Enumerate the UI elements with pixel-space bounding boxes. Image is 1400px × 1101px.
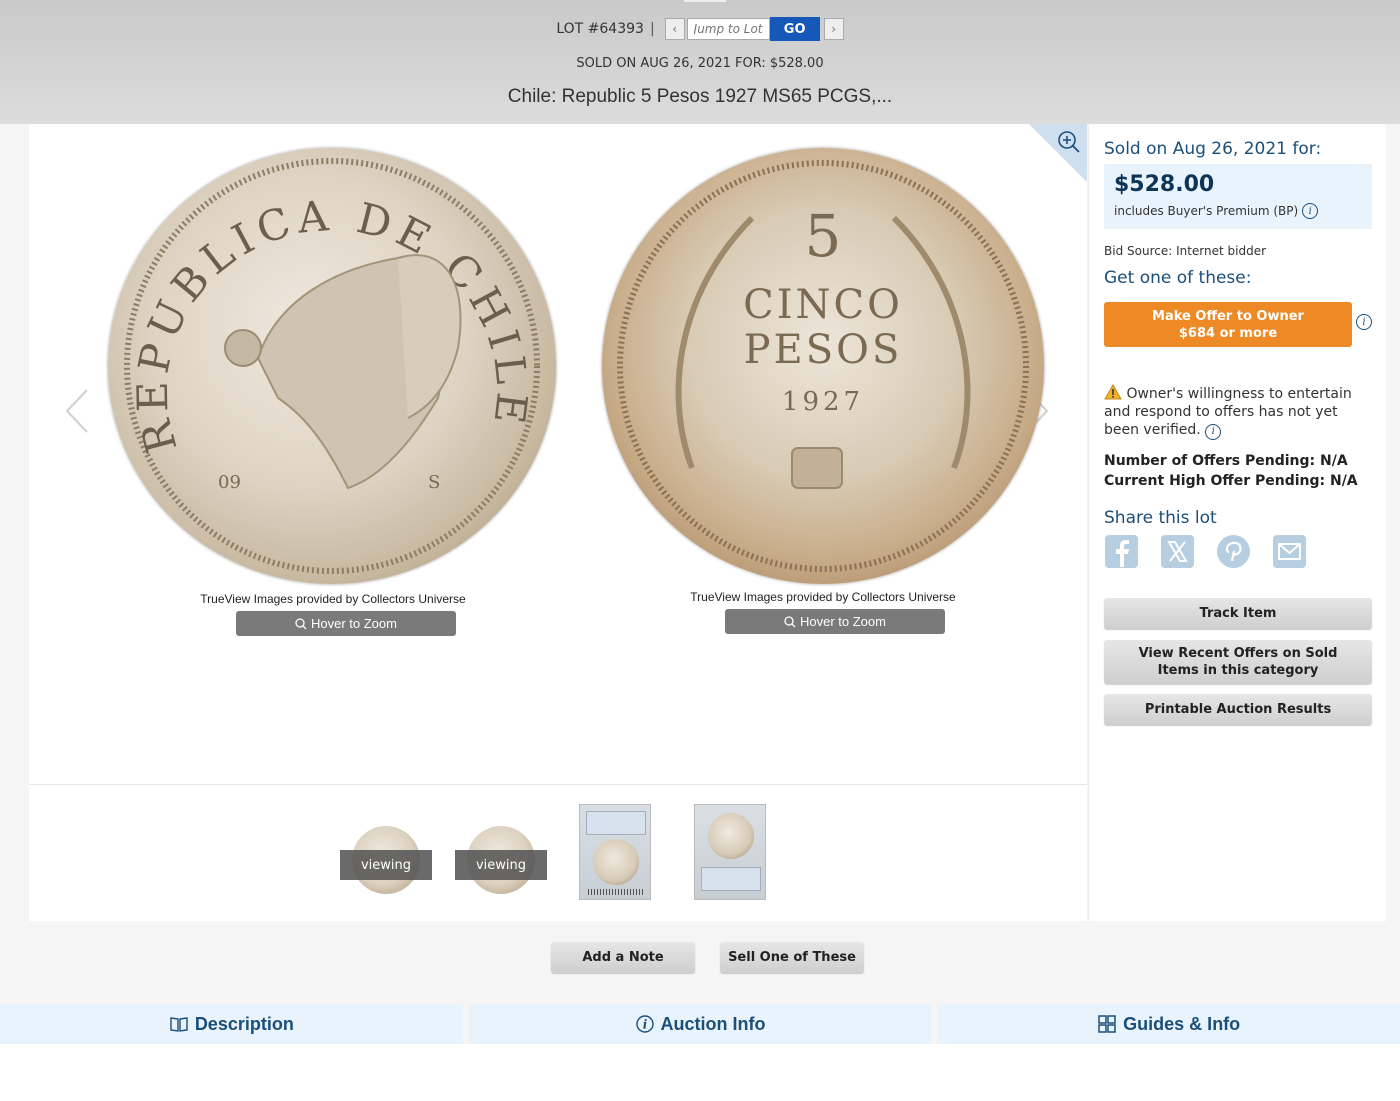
info-icon[interactable]: i [1205,424,1222,440]
coin-obverse-image[interactable]: REPUBLICA DE CHILE 09 S [108,148,556,584]
x-icon[interactable] [1160,534,1195,569]
thumbnail-slab-reverse[interactable] [694,804,766,900]
warning-icon [1104,384,1122,400]
denomination-word: CINCO [743,282,903,328]
prev-lot-button[interactable]: ‹ [664,18,685,40]
tab-auction-info-label: Auction Info [660,1013,766,1034]
content-area [0,1044,1400,1101]
hover-to-zoom-button[interactable]: Hover to Zoom [725,609,945,634]
make-offer-button[interactable]: Make Offer to Owner $684 or more [1104,302,1352,347]
thumbnail-obverse[interactable]: viewing [340,814,432,904]
tab-description-label: Description [194,1013,294,1034]
chevron-right-icon: › [831,22,837,36]
coin-obverse-art: REPUBLICA DE CHILE 09 S [124,158,540,574]
sale-sidebar: Sold on Aug 26, 2021 for: $528.00 includ… [1088,124,1386,921]
coin-year: 1927 [782,387,864,417]
lot-navigation: LOT #64393 | ‹ GO › [0,17,1400,41]
offers-pending: Number of Offers Pending: N/A [1104,453,1348,469]
high-offer-pending: Current High Offer Pending: N/A [1104,473,1358,489]
chevron-left-icon[interactable] [61,386,91,436]
tab-guides-info[interactable]: Guides & Info [937,1004,1400,1044]
warning-text: Owner's willingness to entertain and res… [1104,386,1352,438]
email-icon[interactable] [1272,534,1307,569]
info-icon: i [635,1015,654,1033]
search-icon [784,615,796,627]
image-credit: TrueView Images provided by Collectors U… [690,590,956,604]
price-box: $528.00 includes Buyer's Premium (BP) i [1104,164,1372,229]
next-lot-button[interactable]: › [823,18,844,40]
image-gallery: REPUBLICA DE CHILE 09 S 5 CINCO PESOS 19… [29,124,1087,921]
buyers-premium-note: includes Buyer's Premium (BP) i [1114,203,1319,219]
side-mark: S [428,472,440,493]
pinterest-icon[interactable] [1216,534,1251,569]
track-item-button[interactable]: Track Item [1104,598,1372,629]
gallery-divider [29,784,1087,785]
share-heading: Share this lot [1104,508,1217,528]
sold-on-heading: Sold on Aug 26, 2021 for: [1104,139,1322,159]
thumbnail-strip: viewing viewing [29,804,1087,904]
share-buttons [1104,534,1307,569]
bid-source: Bid Source: Internet bidder [1104,244,1267,258]
info-icon[interactable]: i [1302,203,1319,219]
add-note-button[interactable]: Add a Note [551,942,695,973]
thumbnail-reverse[interactable]: viewing [455,814,547,904]
go-button[interactable]: GO [769,17,820,41]
slab-coin [708,813,754,859]
lot-number: LOT #64393 [556,21,644,37]
offer-status: Number of Offers Pending: N/A Current Hi… [1104,451,1358,491]
svg-text:i: i [642,1018,647,1032]
slab-coin [593,839,639,885]
slab-barcode [588,889,644,895]
viewing-badge: viewing [340,850,432,880]
chevron-left-icon: ‹ [672,22,678,36]
header-notch [684,0,726,2]
printable-results-button[interactable]: Printable Auction Results [1104,694,1372,725]
lot-title: Chile: Republic 5 Pesos 1927 MS65 PCGS,.… [507,86,893,107]
lot-separator: | [649,21,655,37]
image-credit: TrueView Images provided by Collectors U… [200,592,466,606]
info-icon[interactable]: i [1356,314,1372,330]
jump-to-lot-input[interactable] [686,18,770,40]
sold-summary: SOLD ON AUG 26, 2021 FOR: $528.00 [576,56,824,71]
tab-guides-info-label: Guides & Info [1123,1013,1241,1034]
tab-auction-info[interactable]: i Auction Info [468,1004,932,1044]
sold-price: $528.00 [1114,172,1215,197]
tab-description[interactable]: Description [0,1004,463,1044]
mint-mark: 09 [218,472,241,493]
coin-reverse-image[interactable]: 5 CINCO PESOS 1927 [602,148,1044,584]
owner-warning: Owner's willingness to entertain and res… [1104,384,1374,440]
hover-to-zoom-button[interactable]: Hover to Zoom [236,611,456,636]
detail-tabs: Description i Auction Info Guides & Info [0,1004,1400,1044]
viewing-badge: viewing [455,850,547,880]
sell-one-button[interactable]: Sell One of These [720,942,864,973]
thumbnail-slab-obverse[interactable] [579,804,651,900]
book-icon [170,1017,188,1032]
facebook-icon[interactable] [1104,534,1139,569]
search-icon [295,617,307,629]
currency-word: PESOS [744,327,903,373]
get-one-heading: Get one of these: [1104,268,1252,288]
hover-to-zoom-label: Hover to Zoom [800,614,886,629]
zoom-in-icon [1058,131,1080,153]
hover-to-zoom-label: Hover to Zoom [311,616,397,631]
slab-label [586,811,646,835]
denomination-numeral: 5 [805,202,842,270]
view-recent-offers-button[interactable]: View Recent Offers on Sold Items in this… [1104,640,1372,684]
coin-reverse-art: 5 CINCO PESOS 1927 [617,160,1029,572]
bp-text: includes Buyer's Premium (BP) [1114,204,1299,218]
make-offer-amount: $684 or more [1178,325,1278,341]
slab-label [701,867,761,891]
make-offer-label: Make Offer to Owner [1152,308,1304,324]
grid-icon [1098,1015,1116,1033]
